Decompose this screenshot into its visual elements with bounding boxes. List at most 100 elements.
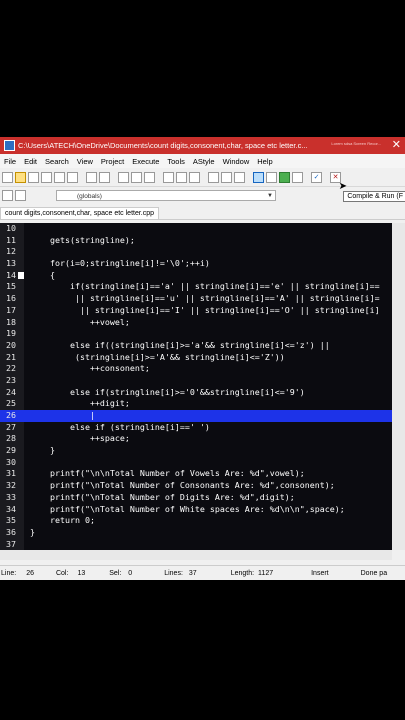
bookmark-icon: [18, 271, 24, 279]
layout-icon[interactable]: [253, 171, 264, 183]
code-text: {: [30, 269, 55, 280]
status-message: Done pa: [360, 570, 388, 577]
replace-icon[interactable]: [131, 171, 142, 183]
line-number: 17: [6, 304, 16, 315]
line-number: 34: [6, 503, 16, 514]
scope-value: (globals): [77, 193, 102, 200]
close-file-icon[interactable]: [54, 171, 65, 183]
code-line[interactable]: 12: [0, 246, 392, 258]
window-icon[interactable]: [266, 171, 277, 183]
line-value: 26: [26, 570, 34, 577]
horizontal-scrollbar[interactable]: [0, 550, 392, 560]
code-line[interactable]: 31 printf("\n\nTotal Number of Vowels Ar…: [0, 468, 392, 480]
code-line[interactable]: 28 ++space;: [0, 433, 392, 445]
indent-icon[interactable]: [176, 171, 187, 183]
code-line[interactable]: 20 else if((stringline[i]>='a'&& stringl…: [0, 340, 392, 352]
unindent-icon[interactable]: [189, 171, 200, 183]
code-text: ++digit;: [30, 398, 130, 409]
code-line[interactable]: 15 if(stringline[i]=='a' || stringline[i…: [0, 281, 392, 293]
code-text: }: [30, 445, 55, 456]
save-all-icon[interactable]: [41, 171, 52, 183]
chevron-down-icon: ▼: [267, 193, 273, 199]
line-number: 22: [6, 363, 16, 374]
status-bar: Line: 26 Col: 13 Sel: 0 Lines: 37 Length…: [0, 565, 405, 580]
menu-file[interactable]: File: [4, 157, 16, 166]
new-file-icon[interactable]: [2, 171, 13, 183]
code-line[interactable]: 26 |: [0, 410, 392, 422]
undo-icon[interactable]: [86, 171, 97, 183]
code-editor[interactable]: 10 11 gets(stringline); 12 13 for(i=0;strin…: [0, 223, 392, 550]
code-line[interactable]: 17 || stringline[i]=='I' || stringline[i…: [0, 305, 392, 317]
tab-file[interactable]: count digits,consonent,char, space etc l…: [0, 207, 160, 219]
line-number: 23: [6, 374, 16, 385]
scope-dropdown[interactable]: (globals) ▼: [56, 190, 276, 201]
save-icon[interactable]: [28, 171, 39, 183]
code-line[interactable]: 19: [0, 328, 392, 340]
code-line[interactable]: 30: [0, 457, 392, 469]
code-line[interactable]: 35 return 0;: [0, 515, 392, 527]
code-line[interactable]: 10: [0, 223, 392, 235]
menu-edit[interactable]: Edit: [24, 157, 37, 166]
code-line[interactable]: 32 printf("\nTotal Number of Consonants …: [0, 480, 392, 492]
line-number: 10: [6, 223, 16, 233]
redo-icon[interactable]: [99, 171, 110, 183]
back-icon[interactable]: [208, 171, 219, 183]
code-line[interactable]: 29 }: [0, 445, 392, 457]
code-text: gets(stringline);: [30, 234, 135, 245]
menu-astyle[interactable]: AStyle: [193, 157, 215, 166]
goto-line-icon[interactable]: [163, 171, 174, 183]
menu-project[interactable]: Project: [101, 157, 124, 166]
line-number: 11: [6, 234, 16, 245]
grid-icon[interactable]: [292, 171, 303, 183]
code-text: else if(stringline[i]>='0'&&stringline[i…: [30, 386, 305, 397]
close-icon[interactable]: ✕: [392, 138, 401, 151]
menu-tools[interactable]: Tools: [167, 157, 185, 166]
code-line[interactable]: 11 gets(stringline);: [0, 235, 392, 247]
lines-label: Lines:: [164, 570, 183, 577]
code-line[interactable]: 24 else if(stringline[i]>='0'&&stringlin…: [0, 387, 392, 399]
length-label: Length:: [230, 570, 255, 577]
line-number: 16: [6, 293, 16, 304]
menu-window[interactable]: Window: [223, 157, 250, 166]
line-number: 33: [6, 491, 16, 502]
menu-search[interactable]: Search: [45, 157, 69, 166]
line-number: 20: [6, 339, 16, 350]
menu-view[interactable]: View: [77, 157, 93, 166]
code-line[interactable]: 34 printf("\nTotal Number of White space…: [0, 504, 392, 516]
code-text: printf("\nTotal Number of White spaces A…: [30, 503, 345, 514]
debug-icon[interactable]: [2, 190, 13, 201]
compile-run-icon[interactable]: [279, 171, 290, 183]
code-line[interactable]: 27 else if (stringline[i]==' '): [0, 422, 392, 434]
open-folder-icon[interactable]: [15, 171, 26, 183]
code-line[interactable]: 21 (stringline[i]>='A'&& stringline[i]<=…: [0, 352, 392, 364]
line-number: 12: [6, 246, 16, 257]
menu-help[interactable]: Help: [257, 157, 272, 166]
code-line[interactable]: 14 {: [0, 270, 392, 282]
app-icon: [4, 140, 15, 151]
code-line[interactable]: 16 || stringline[i]=='u' || stringline[i…: [0, 293, 392, 305]
code-line[interactable]: 22 ++consonent;: [0, 363, 392, 375]
line-number: 36: [6, 526, 16, 537]
menu-execute[interactable]: Execute: [132, 157, 159, 166]
code-line[interactable]: 37: [0, 539, 392, 550]
code-line[interactable]: 25 ++digit;: [0, 398, 392, 410]
line-number: 28: [6, 433, 16, 444]
bookmark-icon[interactable]: [234, 171, 245, 183]
print-icon[interactable]: [67, 171, 78, 183]
code-line[interactable]: 33 printf("\nTotal Number of Digits Are:…: [0, 492, 392, 504]
forward-icon[interactable]: [221, 171, 232, 183]
code-line[interactable]: 23: [0, 375, 392, 387]
check-icon[interactable]: ✓: [311, 171, 322, 183]
code-line[interactable]: 18 ++vowel;: [0, 317, 392, 329]
line-number: 32: [6, 480, 16, 491]
find-next-icon[interactable]: [144, 171, 155, 183]
line-number: 24: [6, 386, 16, 397]
code-lines: 10 11 gets(stringline); 12 13 for(i=0;strin…: [0, 223, 392, 550]
code-text: || stringline[i]=='I' || stringline[i]==…: [30, 304, 380, 315]
find-icon[interactable]: [118, 171, 129, 183]
vertical-scrollbar[interactable]: [392, 223, 405, 550]
class-icon[interactable]: [15, 190, 26, 201]
menu-bar: File Edit Search View Project Execute To…: [0, 154, 405, 168]
code-line[interactable]: 13 for(i=0;stringline[i]!='\0';++i): [0, 258, 392, 270]
code-line[interactable]: 36}: [0, 527, 392, 539]
